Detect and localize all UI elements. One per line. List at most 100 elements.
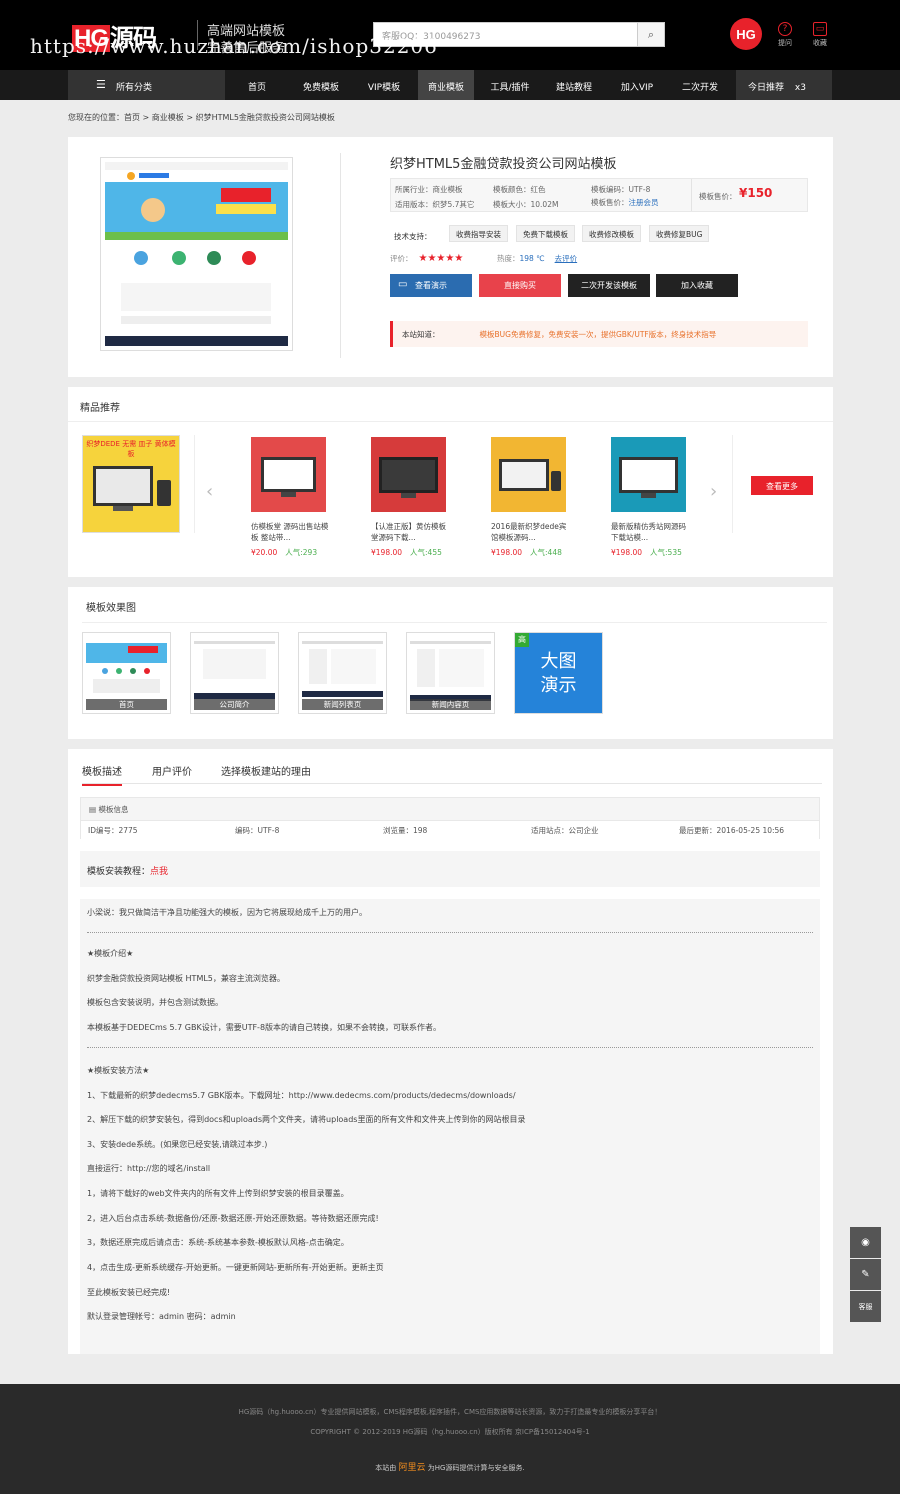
color: 模板颜色：红色 [493, 185, 546, 194]
info-divider [691, 179, 692, 211]
effect-news-content[interactable]: 新闻内容页 [406, 632, 495, 714]
ask-button[interactable]: ? 提问 [772, 22, 798, 48]
custom-dev-button[interactable]: 二次开发该模板 [568, 274, 650, 297]
aliyun-logo[interactable]: 阿里云 [399, 1463, 426, 1473]
add-favorite-button[interactable]: 加入收藏 [656, 274, 738, 297]
nav-tools-plugins[interactable]: 工具/插件 [484, 70, 536, 100]
vertical-divider [340, 153, 341, 358]
footer-line-1: HG源码（hg.huooo.cn）专业提供网站模板，CMS程序模板,程序插件，C… [238, 1408, 662, 1416]
version: 适用版本：织梦5.7其它 [395, 200, 475, 209]
industry: 所属行业：商业模板 [395, 185, 463, 194]
corner-badge: 高 [515, 633, 529, 647]
description-body: 小梁说：我只做简洁干净且功能强大的模板，因为它将展现给成千上万的用户。 ★模板介… [80, 899, 820, 1354]
recommend-item[interactable]: 【认准正版】黄仿模板堂源码下载... ¥198.00 人气:455 [371, 437, 449, 558]
tutorial-link[interactable]: 点我 [150, 867, 168, 877]
nav-business-templates[interactable]: 商业模板 [418, 70, 474, 100]
buy-button[interactable]: 直接购买 [479, 274, 561, 297]
search-icon: ⌕ [647, 27, 655, 41]
member-price: 模板售价：注册会员 [591, 198, 659, 207]
recommend-item[interactable]: 仿模板堂 源码出售站模板 整站带... ¥20.00 人气:293 [251, 437, 329, 558]
thumbnail-image [105, 162, 288, 346]
price-label: 模板售价： [699, 192, 737, 201]
main-nav: ☰ 所有分类 首页 免费模板 VIP模板 商业模板 工具/插件 建站教程 加入VI… [0, 70, 900, 100]
product-thumbnail[interactable] [100, 157, 293, 351]
demo-button[interactable]: ▭ 查看演示 [390, 274, 472, 297]
effect-home[interactable]: 首页 [82, 632, 171, 714]
comment-link[interactable]: 去评价 [555, 254, 578, 263]
install-tutorial: 模板安装教程：点我 [80, 851, 820, 887]
rating: 评价： ★★★★★ [390, 253, 464, 264]
recommend-thumb [491, 437, 566, 512]
effects-divider [82, 622, 827, 623]
featured-image [93, 466, 171, 511]
template-info-table: ▤ 模板信息 ID编号：2775 编码：UTF-8 浏览量：198 适用站点：公… [80, 797, 820, 839]
recommend-title: 精品推荐 [80, 403, 120, 414]
nav-home[interactable]: 首页 [232, 70, 282, 100]
today-recommend[interactable]: 今日推荐 x3 [736, 70, 832, 100]
brand-badge[interactable]: HG [730, 18, 762, 50]
tech-bugfix[interactable]: 收费修复BUG [649, 225, 710, 242]
qq-icon[interactable]: ◉ [850, 1227, 881, 1258]
big-demo-button[interactable]: 高 大图 演示 [514, 632, 603, 714]
edit-icon[interactable]: ✎ [850, 1259, 881, 1290]
tech-support-label: 技术支持： [394, 232, 432, 241]
question-icon: ? [778, 22, 792, 36]
footer: HG源码（hg.huooo.cn）专业提供网站模板，CMS程序模板,程序插件，C… [0, 1384, 900, 1494]
dotted-divider [87, 1047, 813, 1048]
tab-reviews[interactable]: 用户评价 [152, 763, 192, 778]
effect-about[interactable]: 公司简介 [190, 632, 279, 714]
favorite-button[interactable]: ▭ 收藏 [807, 22, 833, 48]
featured-recommend[interactable]: 织梦DEDE 无需 皿子 黄体模板 [82, 435, 180, 533]
recommend-item[interactable]: 2016最新织梦dede宾馆模板源码... ¥198.00 人气:448 [491, 437, 569, 558]
effect-news-list[interactable]: 新闻列表页 [298, 632, 387, 714]
tech-install[interactable]: 收费指导安装 [449, 225, 508, 242]
effects-section: 模板效果图 首页 公司简介 新闻列表页 新闻内容页 高 大图 演示 [68, 587, 833, 739]
dotted-divider [87, 932, 813, 933]
customer-service-icon[interactable]: 客服 [850, 1291, 881, 1322]
recommend-item[interactable]: 最新版精仿秀站网源码下载站模... ¥198.00 人气:535 [611, 437, 689, 558]
nav-join-vip[interactable]: 加入VIP [611, 70, 663, 100]
tab-reasons[interactable]: 选择模板建站的理由 [221, 763, 311, 778]
rating-stars: ★★★★★ [418, 253, 464, 264]
template-info-row: ID编号：2775 编码：UTF-8 浏览量：198 适用站点：公司企业 最后更… [81, 820, 819, 839]
view-more-button[interactable]: 查看更多 [751, 476, 813, 495]
section-divider [68, 421, 833, 422]
nav-custom-dev[interactable]: 二次开发 [674, 70, 726, 100]
monitor-icon: ▭ [813, 22, 827, 36]
watermark-url: https://www.huzhan.com/ishop32206 [30, 34, 438, 58]
notice-bar: 本站知道： 模板BUG免费修复，免费安装一次，提供GBK/UTF版本，终身技术指导 [390, 321, 808, 347]
heat: 热度：198 ℃ 去评价 [497, 254, 578, 263]
menu-icon: ☰ [96, 78, 106, 91]
tab-underline [82, 783, 822, 784]
recommend-divider-right [732, 435, 733, 533]
product-card: 织梦HTML5金融贷款投资公司网站模板 所属行业：商业模板 模板颜色：红色 模板… [68, 137, 833, 377]
size: 模板大小：10.02M [493, 200, 559, 209]
details-section: 模板描述 用户评价 选择模板建站的理由 ▤ 模板信息 ID编号：2775 编码：… [68, 749, 833, 1354]
recommend-section: 精品推荐 织梦DEDE 无需 皿子 黄体模板 ‹ › 仿模板堂 源码出售站模板 … [68, 387, 833, 577]
footer-copyright: COPYRIGHT © 2012-2019 HG源码（hg.huooo.cn）版… [310, 1428, 590, 1436]
prev-arrow-icon[interactable]: ‹ [206, 481, 213, 502]
tech-download[interactable]: 免费下载模板 [516, 225, 575, 242]
next-arrow-icon[interactable]: › [710, 481, 717, 502]
register-link[interactable]: 注册会员 [629, 198, 659, 207]
recommend-divider [194, 435, 195, 533]
product-info-box: 所属行业：商业模板 模板颜色：红色 模板编码：UTF-8 适用版本：织梦5.7其… [390, 178, 808, 212]
recommend-thumb [611, 437, 686, 512]
nav-tutorials[interactable]: 建站教程 [548, 70, 600, 100]
template-info-header: ▤ 模板信息 [89, 805, 129, 814]
all-categories-button[interactable]: ☰ 所有分类 [68, 70, 225, 100]
tech-modify[interactable]: 收费修改模板 [582, 225, 641, 242]
breadcrumb: 您现在的位置：首页 > 商业模板 > 织梦HTML5金融贷款投资公司网站模板 [68, 113, 335, 122]
encoding: 模板编码：UTF-8 [591, 185, 651, 194]
effects-title: 模板效果图 [86, 603, 136, 614]
document-icon: ▤ [89, 805, 97, 814]
monitor-icon: ▭ [398, 279, 408, 290]
product-title: 织梦HTML5金融贷款投资公司网站模板 [390, 157, 617, 172]
recommend-thumb [371, 437, 446, 512]
nav-free-templates[interactable]: 免费模板 [295, 70, 347, 100]
top-header: HG源码 高端网站模板 完善售后服务 客服QQ：3100496273 ⌕ HG … [0, 0, 900, 70]
price-value: ¥150 [739, 186, 773, 200]
nav-vip-templates[interactable]: VIP模板 [358, 70, 410, 100]
search-button[interactable]: ⌕ [637, 22, 665, 47]
recommend-thumb [251, 437, 326, 512]
